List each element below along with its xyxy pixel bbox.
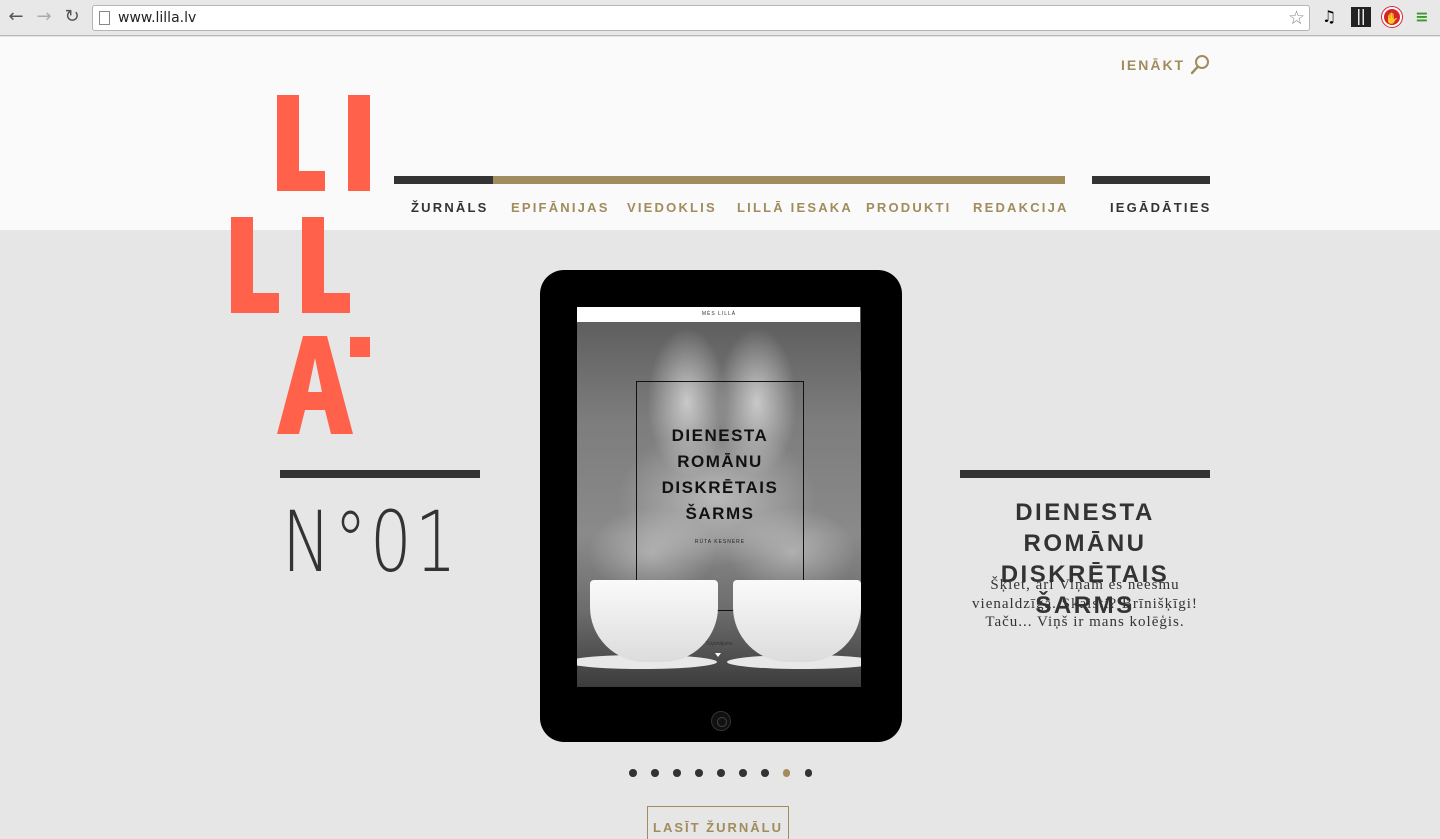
nav-bar bbox=[493, 176, 1065, 184]
carousel-dots bbox=[629, 769, 813, 777]
carousel-dot[interactable] bbox=[672, 769, 681, 777]
carousel-dot[interactable] bbox=[716, 769, 725, 777]
carousel-dot[interactable] bbox=[650, 769, 659, 777]
teaser-text-line: vienaldzīga. Skaisti? Brīnišķīgi! bbox=[972, 595, 1198, 612]
bookmark-star-icon[interactable]: ☆ bbox=[1288, 7, 1305, 29]
nav-viedoklis[interactable]: VIEDOKLIS bbox=[627, 200, 717, 215]
cup bbox=[590, 580, 718, 662]
continue-arrow-icon bbox=[715, 653, 721, 657]
nav-epifanijas[interactable]: EPIFĀNIJAS bbox=[511, 200, 610, 215]
nav-produkti[interactable]: PRODUKTI bbox=[866, 200, 952, 215]
teaser-text: Šķiet, arī Viņam es neesmu vienaldzīga. … bbox=[955, 576, 1215, 632]
carousel-dot[interactable] bbox=[738, 769, 747, 777]
cover-title-line: DIENESTA bbox=[671, 426, 769, 445]
cup bbox=[733, 580, 861, 662]
buy-bar bbox=[1092, 176, 1210, 184]
tablet-preview[interactable]: MĒS LILLĀ DIENESTA ROMĀNU DISKRĒTAIS ŠAR… bbox=[540, 270, 902, 742]
reload-icon[interactable]: ↻ bbox=[61, 6, 83, 28]
url-text[interactable]: www.lilla.lv bbox=[118, 10, 196, 26]
cover-title-line: DISKRĒTAIS bbox=[661, 478, 779, 497]
stop-extension-icon[interactable]: ✋ bbox=[1382, 7, 1402, 27]
music-extension-icon[interactable]: ♫ bbox=[1319, 7, 1339, 27]
tablet-home-button bbox=[711, 711, 731, 731]
carousel-dot[interactable] bbox=[629, 769, 637, 777]
cover-header: MĒS LILLĀ bbox=[577, 307, 861, 322]
site-header bbox=[0, 37, 1440, 230]
nav-iegadaties[interactable]: IEGĀDĀTIES bbox=[1110, 200, 1211, 215]
carousel-dot[interactable] bbox=[760, 769, 769, 777]
login-link[interactable]: IENĀKT bbox=[1121, 57, 1185, 73]
browser-menu-icon[interactable]: ≡ bbox=[1412, 7, 1432, 27]
nav-redakcija[interactable]: REDAKCIJA bbox=[973, 200, 1069, 215]
read-magazine-button[interactable]: LASĪT ŽURNĀLU bbox=[647, 806, 789, 839]
cover-title-line: ŠARMS bbox=[685, 504, 755, 523]
back-arrow-icon[interactable]: ← bbox=[5, 6, 27, 28]
carousel-dot[interactable] bbox=[782, 769, 791, 777]
nav-zurnals[interactable]: ŽURNĀLS bbox=[411, 200, 489, 215]
tablet-screen: MĒS LILLĀ DIENESTA ROMĀNU DISKRĒTAIS ŠAR… bbox=[577, 307, 861, 687]
cover-title: DIENESTA ROMĀNU DISKRĒTAIS ŠARMS bbox=[636, 423, 804, 527]
nav-active-bar bbox=[394, 176, 493, 184]
teaser-bar bbox=[960, 470, 1210, 478]
cover-title-line: ROMĀNU bbox=[677, 452, 763, 471]
continue-text: Turpinājums bbox=[705, 641, 733, 647]
qr-code-extension-icon[interactable] bbox=[1351, 7, 1371, 27]
teaser-text-line: Taču... Viņš ir mans kolēģis. bbox=[985, 614, 1185, 630]
teaser-text-line: Šķiet, arī Viņam es neesmu bbox=[990, 577, 1180, 593]
page-icon bbox=[99, 11, 110, 25]
browser-toolbar: ← → ↻ www.lilla.lv ☆ ♫ ✋ ≡ bbox=[0, 0, 1440, 36]
carousel-dot[interactable] bbox=[804, 769, 813, 777]
teaser-title-line: DIENESTA ROMĀNU bbox=[1015, 499, 1155, 557]
cover-author: RŪTA KESNERE bbox=[694, 539, 746, 545]
issue-number: N°01 bbox=[282, 493, 460, 591]
forward-arrow-icon[interactable]: → bbox=[33, 6, 55, 28]
carousel-dot[interactable] bbox=[694, 769, 703, 777]
search-icon[interactable] bbox=[1190, 54, 1210, 76]
nav-lilla-iesaka[interactable]: LILLĀ IESAKA bbox=[737, 200, 853, 215]
issue-bar bbox=[280, 470, 480, 478]
address-bar[interactable]: www.lilla.lv ☆ bbox=[92, 5, 1310, 31]
scroll-indicator bbox=[860, 307, 861, 371]
